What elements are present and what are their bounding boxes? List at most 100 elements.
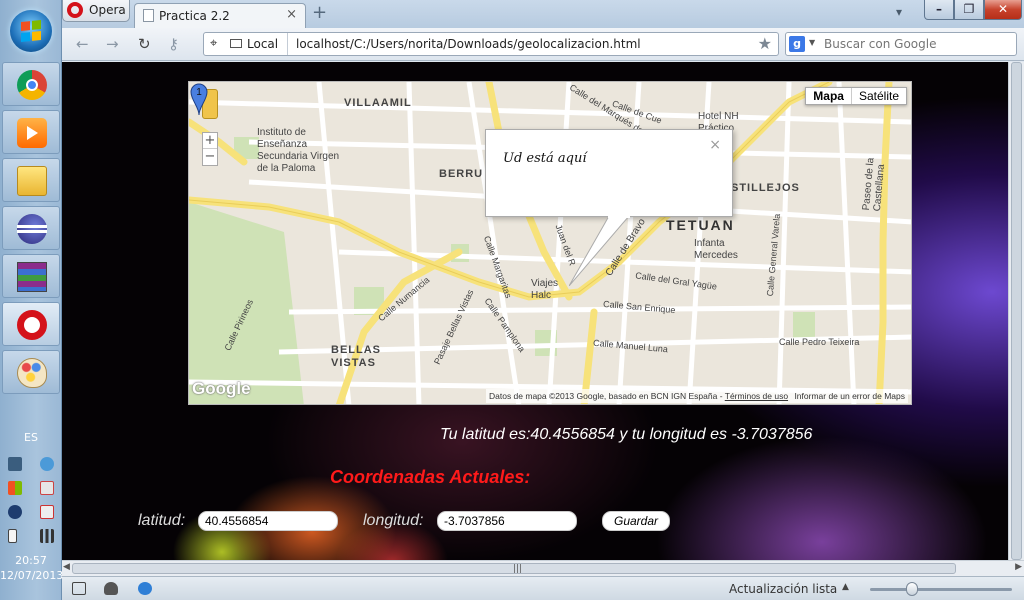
map-type-mapa-button[interactable]: Mapa bbox=[806, 88, 852, 104]
vertical-scrollbar[interactable] bbox=[1008, 62, 1024, 560]
opera-icon bbox=[17, 310, 47, 340]
opera-menu-label: Opera bbox=[89, 3, 126, 17]
speed-dial-icon[interactable] bbox=[138, 582, 152, 595]
signal-bars-icon[interactable] bbox=[40, 529, 54, 543]
info-window: Ud está aquí × bbox=[485, 129, 733, 217]
zoom-out-button[interactable]: − bbox=[203, 149, 217, 165]
windows-taskbar: ES 20:57 12/07/2013 bbox=[0, 0, 63, 600]
eclipse-icon bbox=[17, 214, 47, 244]
forward-arrow-icon[interactable]: → bbox=[106, 35, 119, 53]
status-bar: Actualización lista ▲ bbox=[62, 576, 1024, 600]
search-box[interactable]: g ▼ bbox=[785, 32, 1017, 56]
location-marker[interactable]: 1 bbox=[189, 82, 209, 116]
network-icon[interactable] bbox=[8, 457, 22, 471]
position-text: Tu latitud es:40.4556854 y tu longitud e… bbox=[440, 426, 813, 443]
paint-palette-icon bbox=[17, 358, 47, 388]
marker-label: 1 bbox=[196, 87, 202, 98]
winrar-icon bbox=[17, 262, 47, 292]
taskbar-paint[interactable] bbox=[2, 350, 60, 394]
zoom-control: + − bbox=[202, 132, 218, 166]
taskbar-winrar[interactable] bbox=[2, 254, 60, 298]
map-label-tetuan: TETUAN bbox=[666, 217, 735, 233]
close-tab-icon[interactable]: × bbox=[286, 7, 297, 22]
media-player-icon bbox=[17, 118, 47, 148]
longitude-label: longitud: bbox=[363, 512, 424, 529]
page-icon bbox=[143, 9, 154, 22]
tab-menu-chevron-icon[interactable]: ▾ bbox=[896, 5, 902, 19]
minimize-button[interactable]: – bbox=[924, 0, 954, 20]
info-window-text: Ud está aquí bbox=[503, 151, 587, 166]
back-arrow-icon[interactable]: ← bbox=[76, 35, 89, 53]
zoom-slider[interactable] bbox=[870, 588, 1012, 591]
zoom-slider-knob[interactable] bbox=[906, 582, 918, 596]
map-label-viajes: Viajes Halc bbox=[531, 278, 559, 301]
zoom-in-button[interactable]: + bbox=[203, 133, 217, 149]
address-toolbar: ← → ↻ ⚷ ⌖ Local localhost/C:/Users/norit… bbox=[62, 28, 1024, 61]
info-window-tail bbox=[569, 216, 630, 286]
latitude-label: latitud: bbox=[138, 512, 186, 529]
taskbar-explorer[interactable] bbox=[2, 158, 60, 202]
map-label-infanta: Infanta Mercedes bbox=[694, 238, 738, 261]
search-input[interactable] bbox=[822, 36, 1012, 52]
status-expand-icon[interactable]: ▲ bbox=[842, 582, 849, 592]
horizontal-scroll-thumb[interactable]: ||| bbox=[72, 563, 956, 574]
scroll-left-icon[interactable]: ◀ bbox=[63, 562, 70, 572]
attribution-text: Datos de mapa ©2013 Google, basado en BC… bbox=[488, 391, 723, 401]
save-button[interactable]: Guardar bbox=[602, 511, 670, 531]
map-type-control: Mapa Satélite bbox=[805, 87, 907, 105]
map-type-satelite-button[interactable]: Satélite bbox=[852, 88, 906, 104]
close-window-button[interactable]: ✕ bbox=[984, 0, 1022, 20]
folder-icon bbox=[17, 166, 47, 196]
map-label-bellas-vistas: BELLAS VISTAS bbox=[331, 344, 381, 369]
cloud-icon[interactable] bbox=[104, 582, 118, 595]
longitude-input[interactable] bbox=[437, 511, 577, 531]
reload-icon[interactable]: ↻ bbox=[138, 35, 151, 53]
taskbar-media-player[interactable] bbox=[2, 110, 60, 154]
status-text: Actualización lista bbox=[729, 582, 838, 596]
taskbar-eclipse[interactable] bbox=[2, 206, 60, 250]
system-clock[interactable]: 20:57 12/07/2013 bbox=[0, 553, 63, 583]
google-logo[interactable]: Google bbox=[192, 379, 251, 399]
horizontal-scrollbar[interactable]: ◀ ||| ▶ bbox=[62, 560, 1024, 576]
google-map[interactable]: VILLAAMIL Instituto de Enseñanza Secunda… bbox=[188, 81, 912, 405]
terms-link[interactable]: Términos de uso bbox=[725, 391, 788, 401]
map-label-castillejos: STILLEJOS bbox=[731, 182, 800, 194]
tab-practica[interactable]: Practica 2.2 × bbox=[134, 3, 306, 28]
taskbar-opera[interactable] bbox=[2, 302, 60, 346]
key-icon[interactable]: ⚷ bbox=[168, 35, 179, 53]
shield-icon[interactable] bbox=[40, 457, 54, 471]
latitude-input[interactable] bbox=[198, 511, 338, 531]
page-content: VILLAAMIL Instituto de Enseñanza Secunda… bbox=[62, 62, 1008, 560]
ccleaner-icon[interactable] bbox=[8, 505, 22, 519]
scroll-right-icon[interactable]: ▶ bbox=[1015, 562, 1022, 572]
report-error-link[interactable]: Informar de un error de Maps bbox=[794, 391, 905, 401]
taskbar-chrome[interactable] bbox=[2, 62, 60, 106]
opera-window: Opera Practica 2.2 × + ▾ – ❐ ✕ ← → ↻ ⚷ ⌖… bbox=[62, 0, 1024, 600]
start-button[interactable] bbox=[10, 10, 52, 52]
url-text[interactable]: localhost/C:/Users/norita/Downloads/geol… bbox=[296, 37, 641, 51]
windows-flag-tray-icon[interactable] bbox=[8, 481, 22, 495]
info-window-close-icon[interactable]: × bbox=[709, 137, 721, 153]
bookmark-star-icon[interactable]: ★ bbox=[758, 34, 772, 53]
error-flag-icon[interactable] bbox=[40, 505, 54, 519]
address-field[interactable]: ⌖ Local localhost/C:/Users/norita/Downlo… bbox=[203, 32, 779, 56]
panel-toggle-icon[interactable] bbox=[72, 582, 86, 595]
monitor-icon bbox=[230, 39, 242, 48]
vertical-scroll-thumb[interactable] bbox=[1011, 62, 1022, 560]
google-search-icon[interactable]: g bbox=[789, 36, 805, 52]
battery-icon[interactable] bbox=[8, 529, 17, 543]
address-scope-label: Local bbox=[247, 37, 279, 51]
map-label-berruguete: BERRU bbox=[439, 168, 484, 180]
opera-menu-button[interactable]: Opera bbox=[62, 0, 130, 22]
location-pin-icon: ⌖ bbox=[210, 36, 218, 51]
new-tab-button[interactable]: + bbox=[312, 4, 327, 22]
map-label-instituto: Instituto de Enseñanza Secundaria Virgen… bbox=[257, 127, 340, 174]
volume-muted-icon[interactable] bbox=[40, 481, 54, 495]
map-label-villaamil: VILLAAMIL bbox=[344, 97, 412, 109]
coords-title: Coordenadas Actuales: bbox=[330, 467, 531, 487]
language-indicator[interactable]: ES bbox=[0, 431, 62, 444]
maximize-button[interactable]: ❐ bbox=[954, 0, 984, 20]
opera-logo-icon bbox=[67, 2, 83, 18]
map-label-pedro-teixeira: Calle Pedro Teixeira bbox=[779, 337, 860, 347]
search-engine-dropdown-icon[interactable]: ▼ bbox=[809, 38, 815, 47]
